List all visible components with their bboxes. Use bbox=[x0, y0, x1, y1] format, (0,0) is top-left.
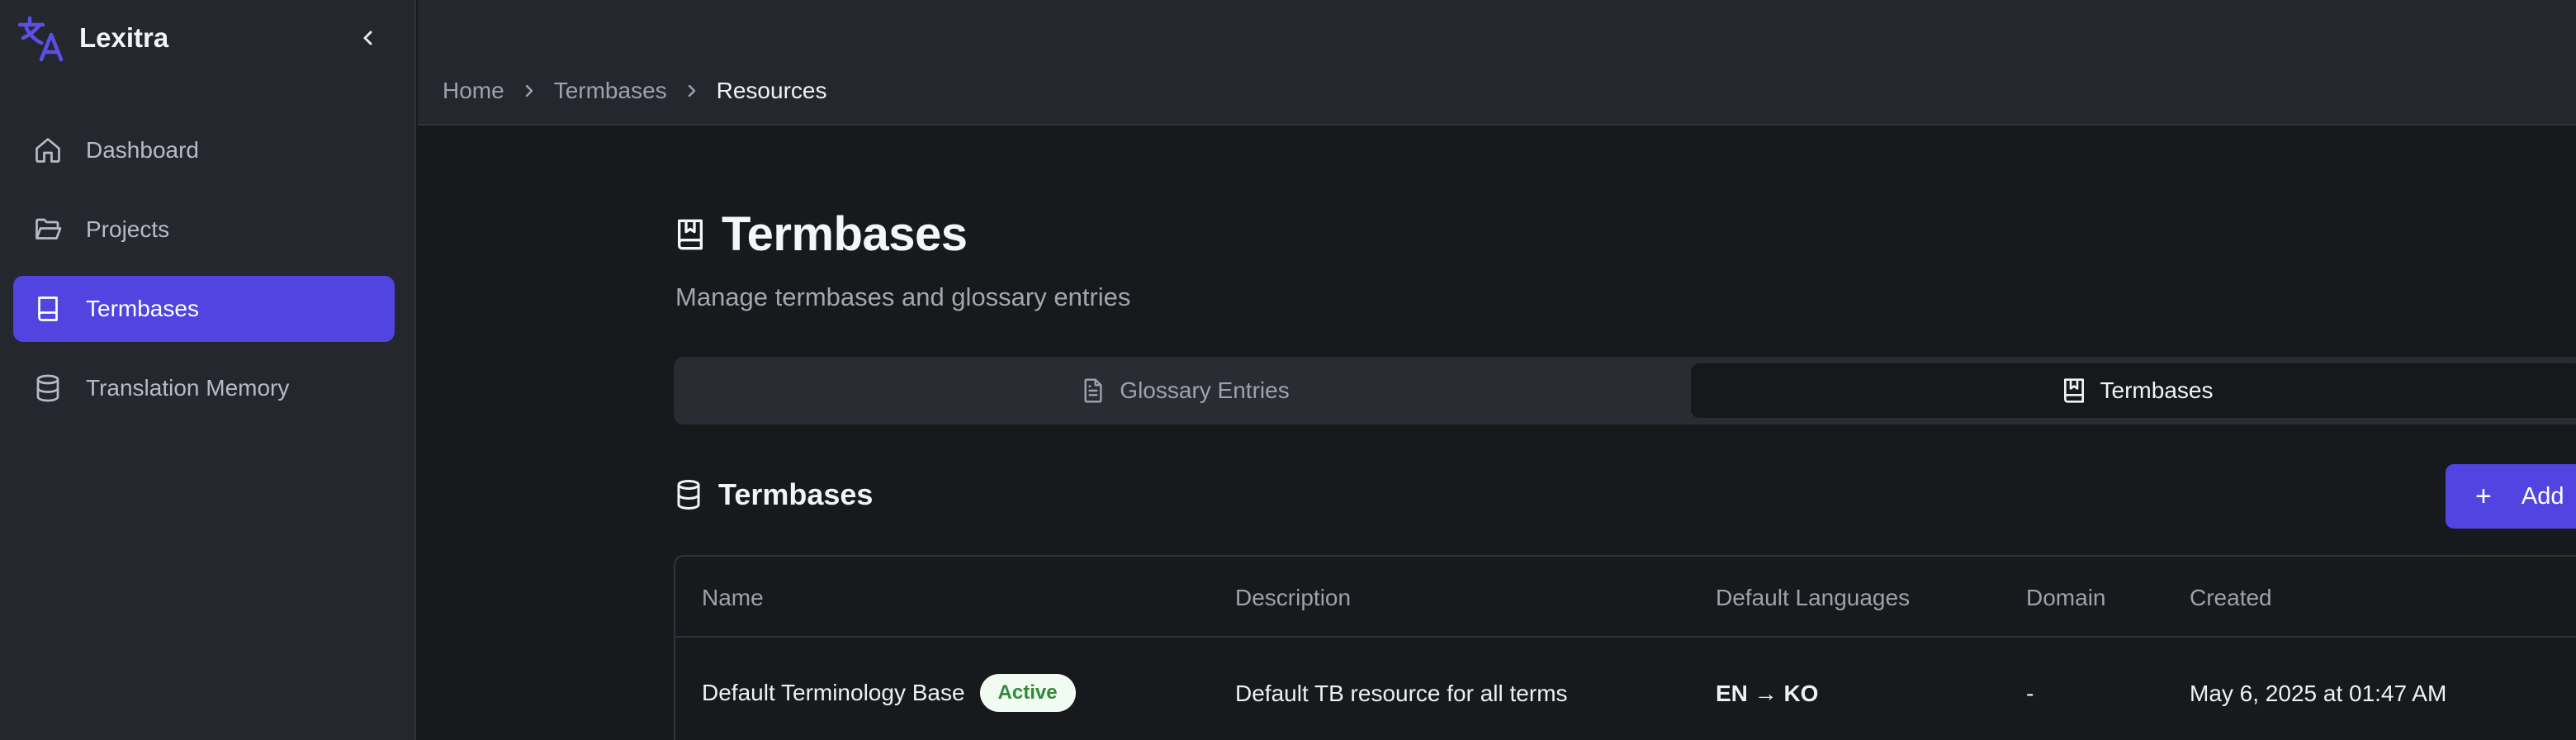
tab-label: Glossary Entries bbox=[1120, 377, 1290, 403]
top-bar: Home Termbases Resources bbox=[418, 0, 2576, 126]
breadcrumb: Home Termbases Resources bbox=[443, 78, 826, 104]
add-button-label: Add bbox=[2521, 482, 2564, 510]
column-header-default-languages[interactable]: Default Languages bbox=[1716, 585, 1910, 611]
sidebar-item-label: Translation Memory bbox=[86, 375, 290, 401]
tab-bar: Glossary Entries Termbases bbox=[674, 357, 2576, 425]
breadcrumb-current: Resources bbox=[716, 78, 827, 103]
brand[interactable]: Lexitra bbox=[15, 13, 168, 63]
database-icon bbox=[31, 372, 64, 405]
page-header: Termbases bbox=[674, 206, 968, 262]
tab-glossary-entries[interactable]: Glossary Entries bbox=[680, 363, 1689, 418]
cell-description: Default TB resource for all terms bbox=[1235, 681, 1568, 706]
cell-name: Default Terminology Base Active bbox=[702, 674, 1076, 712]
database-icon bbox=[677, 480, 700, 510]
plus-icon: + bbox=[2475, 481, 2492, 512]
section-title: Termbases bbox=[718, 477, 874, 511]
book-icon bbox=[31, 292, 64, 325]
file-text-icon bbox=[1084, 378, 1102, 403]
breadcrumb-home[interactable]: Home bbox=[443, 78, 504, 104]
chevron-right-icon bbox=[685, 83, 698, 99]
translate-logo-icon bbox=[17, 16, 64, 62]
sidebar: Lexitra Dashboard Projects Termbases Tra… bbox=[0, 0, 416, 740]
section-header: Termbases bbox=[674, 477, 873, 512]
page-title: Termbases bbox=[722, 207, 968, 261]
book-bookmark-icon bbox=[2063, 378, 2084, 403]
page-subtitle: Manage termbases and glossary entries bbox=[675, 282, 1131, 311]
sidebar-item-label: Termbases bbox=[86, 296, 199, 321]
tab-termbases[interactable]: Termbases bbox=[1691, 363, 2576, 418]
column-header-description[interactable]: Description bbox=[1235, 585, 1351, 611]
status-badge: Active bbox=[979, 674, 1076, 712]
column-header-created[interactable]: Created bbox=[2190, 585, 2272, 611]
sidebar-item-label: Projects bbox=[86, 216, 170, 242]
table-row[interactable]: Default Terminology Base Active Default … bbox=[675, 638, 2576, 740]
sidebar-item-translation-memory[interactable]: Translation Memory bbox=[13, 355, 395, 421]
folder-open-icon bbox=[31, 213, 64, 246]
table-header: Name Description Default Languages Domai… bbox=[675, 557, 2576, 638]
chevron-right-icon bbox=[523, 83, 536, 99]
add-termbase-button[interactable]: + Add bbox=[2446, 464, 2576, 529]
tab-label: Termbases bbox=[2100, 377, 2214, 403]
home-icon bbox=[31, 134, 64, 167]
sidebar-item-dashboard[interactable]: Dashboard bbox=[13, 117, 395, 183]
breadcrumb-termbases[interactable]: Termbases bbox=[554, 78, 667, 104]
book-bookmark-icon bbox=[678, 219, 703, 249]
collapse-sidebar-button[interactable] bbox=[352, 21, 385, 55]
sidebar-nav: Dashboard Projects Termbases Translation… bbox=[13, 117, 395, 434]
termbase-name[interactable]: Default Terminology Base bbox=[702, 680, 965, 706]
termbases-table: Name Description Default Languages Domai… bbox=[674, 555, 2576, 740]
cell-created: May 6, 2025 at 01:47 AM bbox=[2190, 681, 2447, 706]
sidebar-item-termbases[interactable]: Termbases bbox=[13, 276, 395, 342]
chevron-left-icon bbox=[363, 31, 372, 45]
column-header-domain[interactable]: Domain bbox=[2026, 585, 2105, 611]
sidebar-item-label: Dashboard bbox=[86, 137, 199, 163]
cell-domain: - bbox=[2026, 681, 2034, 706]
column-header-name[interactable]: Name bbox=[702, 585, 764, 611]
cell-default-languages: EN → KO bbox=[1716, 681, 1819, 706]
app-name: Lexitra bbox=[79, 22, 169, 53]
sidebar-item-projects[interactable]: Projects bbox=[13, 197, 395, 263]
